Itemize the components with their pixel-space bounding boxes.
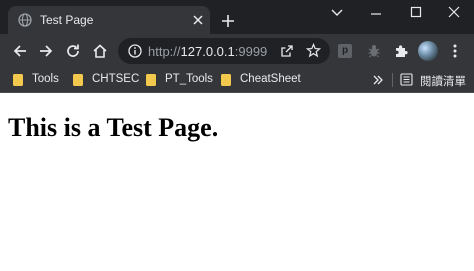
url-host: 127.0.0.1 <box>180 44 235 59</box>
forward-arrow-icon[interactable] <box>38 43 54 59</box>
info-icon[interactable] <box>128 44 142 58</box>
close-icon[interactable] <box>192 14 204 26</box>
share-icon[interactable] <box>280 44 294 58</box>
minimize-icon[interactable] <box>364 4 388 22</box>
kebab-menu-icon[interactable] <box>452 43 458 59</box>
globe-icon <box>18 13 32 27</box>
double-chevron-icon[interactable] <box>372 74 384 86</box>
extension-bug-icon[interactable] <box>366 43 382 59</box>
folder-icon <box>72 73 84 87</box>
reload-icon[interactable] <box>65 43 81 59</box>
bookmarks-bar: Tools CHTSEC PT_Tools CheatSheet 閱讀清單 <box>0 68 474 93</box>
reading-list-icon <box>400 73 413 86</box>
bookmark-label: CheatSheet <box>240 73 301 85</box>
active-tab[interactable]: Test Page <box>8 6 210 34</box>
home-icon[interactable] <box>92 43 108 59</box>
star-icon[interactable] <box>306 43 321 58</box>
bookmarks-divider <box>392 73 393 87</box>
bookmark-label: Tools <box>32 73 59 85</box>
page-content: This is a Test Page. <box>0 93 474 271</box>
profile-avatar[interactable] <box>418 41 438 61</box>
address-bar[interactable]: http://127.0.0.1:9999 <box>118 38 330 64</box>
bookmark-label: PT_Tools <box>165 73 213 85</box>
folder-icon <box>145 73 157 87</box>
chevron-down-icon[interactable] <box>330 7 344 19</box>
title-bar: Test Page <box>0 0 474 34</box>
url-text[interactable]: http://127.0.0.1:9999 <box>148 44 267 59</box>
page-heading: This is a Test Page. <box>8 113 219 142</box>
tab-title: Test Page <box>40 13 94 27</box>
url-port: :9999 <box>234 44 268 59</box>
extension-p-icon[interactable]: p <box>338 44 352 58</box>
close-icon[interactable] <box>442 4 466 22</box>
back-arrow-icon[interactable] <box>12 43 28 59</box>
folder-icon <box>12 73 24 87</box>
bookmark-label: CHTSEC <box>92 73 140 85</box>
maximize-icon[interactable] <box>404 4 428 22</box>
plus-icon[interactable] <box>220 13 236 29</box>
reading-list-label: 閱讀清單 <box>420 76 466 88</box>
browser-toolbar: http://127.0.0.1:9999 p <box>0 34 474 68</box>
url-scheme: http:// <box>148 44 181 59</box>
folder-icon <box>220 73 232 87</box>
puzzle-icon[interactable] <box>393 43 409 59</box>
